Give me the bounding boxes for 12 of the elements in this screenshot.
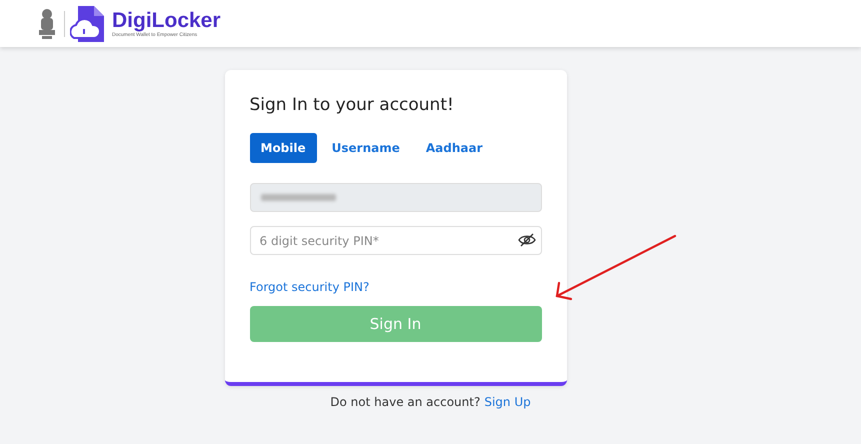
signup-prompt: Do not have an account? [330,395,480,409]
mobile-field[interactable] [250,183,542,212]
login-tab[interactable]: Mobile [250,133,317,163]
emblem-icon [36,6,58,40]
login-tab[interactable]: Aadhaar [414,133,494,163]
card-title: Sign In to your account! [250,95,455,115]
brand-name: DigiLocker [112,10,221,32]
sign-up-link[interactable]: Sign Up [484,395,531,409]
eye-slash-icon[interactable] [518,233,536,247]
login-tab[interactable]: Username [320,133,411,163]
pin-field[interactable]: 6 digit security PIN* [250,226,542,255]
forgot-pin-link[interactable]: Forgot security PIN? [250,280,370,294]
